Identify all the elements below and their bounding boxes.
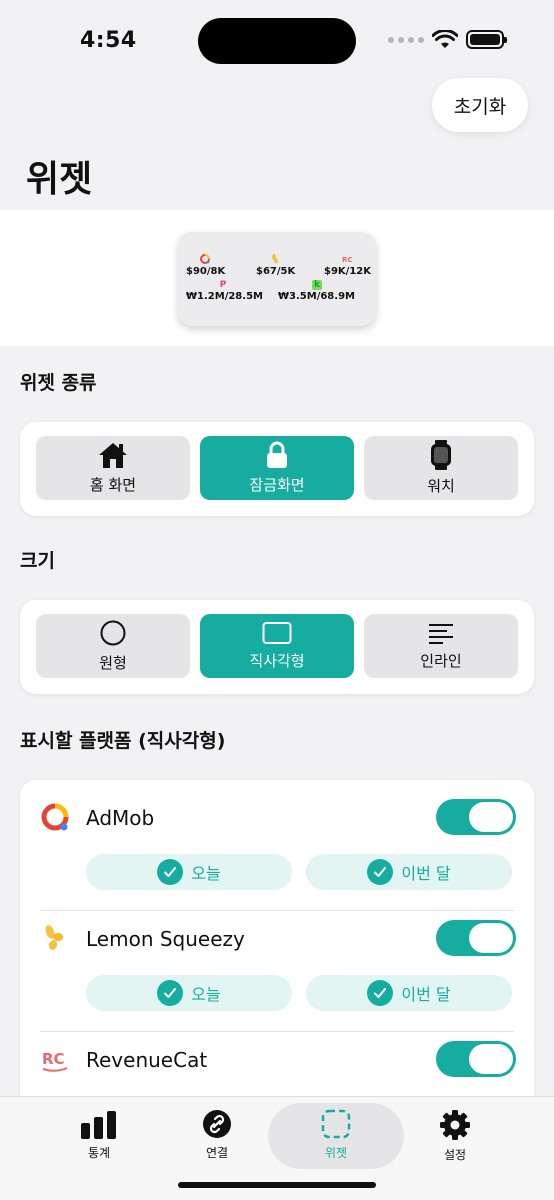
status-time: 4:54	[80, 28, 137, 53]
revenuecat-logo-icon: RC	[42, 1050, 68, 1072]
bar-chart-icon	[81, 1111, 116, 1139]
divider	[40, 1031, 514, 1032]
tab-widgets[interactable]: 위젯	[296, 1109, 376, 1167]
status-bar: 4:54	[0, 0, 554, 80]
lemon-squeezy-toggle[interactable]	[436, 920, 516, 956]
size-circular-label: 원형	[99, 654, 127, 672]
preview-lemon-value: $67/5K	[256, 266, 296, 277]
home-indicator	[178, 1182, 376, 1188]
revenuecat-icon: RC	[342, 256, 352, 264]
revenuecat-toggle[interactable]	[436, 1041, 516, 1077]
svg-text:RC: RC	[42, 1050, 65, 1068]
admob-toggle[interactable]	[436, 799, 516, 835]
tab-connections[interactable]: 연결	[177, 1109, 257, 1167]
tab-stats-label: 통계	[87, 1146, 111, 1160]
preview-admob-value: $90/8K	[186, 266, 226, 277]
wifi-icon	[432, 30, 458, 48]
admob-month-chip[interactable]: 이번 달	[306, 854, 512, 890]
circle-icon	[100, 620, 126, 646]
lemon-squeezy-logo-icon	[45, 925, 63, 950]
widget-type-home-label: 홈 화면	[89, 476, 137, 494]
widget-type-lockscreen-label: 잠금화면	[249, 476, 305, 494]
tab-settings-label: 설정	[443, 1148, 467, 1162]
preview-k-value: ₩3.5M/68.9M	[278, 291, 355, 302]
gear-icon	[440, 1110, 470, 1140]
widget-type-watch-label: 워치	[427, 477, 455, 495]
widget-type-home-button[interactable]: 홈 화면	[36, 436, 190, 500]
checkmark-icon	[157, 859, 184, 885]
admob-logo-icon	[41, 803, 69, 831]
size-rectangular-button[interactable]: 직사각형	[200, 614, 354, 678]
widget-type-label: 위젯 종류	[20, 372, 97, 394]
lemon-squeezy-month-label: 이번 달	[401, 985, 451, 1004]
p-icon: P	[219, 280, 227, 290]
checkmark-icon	[367, 980, 394, 1006]
size-label: 크기	[20, 550, 55, 572]
k-icon: k	[312, 280, 322, 290]
platforms-list: AdMob 오늘 이번 달 Lemon Squeezy 오늘 이번 달 RC R…	[20, 780, 534, 1120]
lemon-squeezy-today-chip[interactable]: 오늘	[86, 975, 292, 1011]
preview-p-value: ₩1.2M/28.5M	[186, 291, 263, 302]
dynamic-island	[198, 18, 356, 64]
checkmark-icon	[157, 980, 184, 1006]
battery-icon	[466, 30, 507, 49]
signal-icon	[388, 36, 424, 43]
tab-settings[interactable]: 설정	[415, 1109, 495, 1167]
page-title: 위젯	[26, 159, 93, 200]
lemon-squeezy-month-chip[interactable]: 이번 달	[306, 975, 512, 1011]
admob-today-chip[interactable]: 오늘	[86, 854, 292, 890]
size-selector: 원형 직사각형 인라인	[20, 600, 534, 694]
tab-stats[interactable]: 통계	[59, 1109, 139, 1167]
platform-name-admob: AdMob	[86, 806, 155, 830]
tab-widgets-label: 위젯	[324, 1146, 348, 1160]
lemon-squeezy-today-label: 오늘	[191, 985, 221, 1004]
platforms-label: 표시할 플랫폼 (직사각형)	[20, 730, 226, 752]
size-inline-button[interactable]: 인라인	[364, 614, 518, 678]
house-icon	[99, 443, 127, 468]
lemon-squeezy-icon	[272, 254, 278, 264]
widget-frame-icon	[321, 1109, 351, 1139]
link-icon	[203, 1110, 231, 1138]
widget-type-lockscreen-button[interactable]: 잠금화면	[200, 436, 354, 500]
svg-text:RC: RC	[342, 256, 352, 264]
watch-icon	[431, 440, 451, 470]
divider	[40, 910, 514, 911]
text-lines-icon	[429, 624, 453, 644]
reset-button[interactable]: 초기화	[432, 78, 528, 132]
lock-icon	[267, 441, 287, 468]
preview-revenuecat-value: $9K/12K	[324, 266, 371, 277]
widget-preview-card: $90/8K $67/5K RC $9K/12K P ₩1.2M/28.5M k…	[178, 232, 376, 326]
size-inline-label: 인라인	[420, 652, 462, 670]
admob-icon	[200, 254, 210, 264]
widget-type-selector: 홈 화면 잠금화면 워치	[20, 422, 534, 516]
admob-month-label: 이번 달	[401, 864, 451, 883]
widget-type-watch-button[interactable]: 워치	[364, 436, 518, 500]
size-circular-button[interactable]: 원형	[36, 614, 190, 678]
rectangle-icon	[262, 622, 292, 644]
size-rectangular-label: 직사각형	[249, 652, 305, 670]
checkmark-icon	[367, 859, 394, 885]
platform-name-lemon-squeezy: Lemon Squeezy	[86, 927, 245, 951]
status-icons	[388, 30, 507, 49]
admob-today-label: 오늘	[191, 864, 221, 883]
platform-name-revenuecat: RevenueCat	[86, 1048, 208, 1072]
tab-connections-label: 연결	[205, 1146, 229, 1160]
